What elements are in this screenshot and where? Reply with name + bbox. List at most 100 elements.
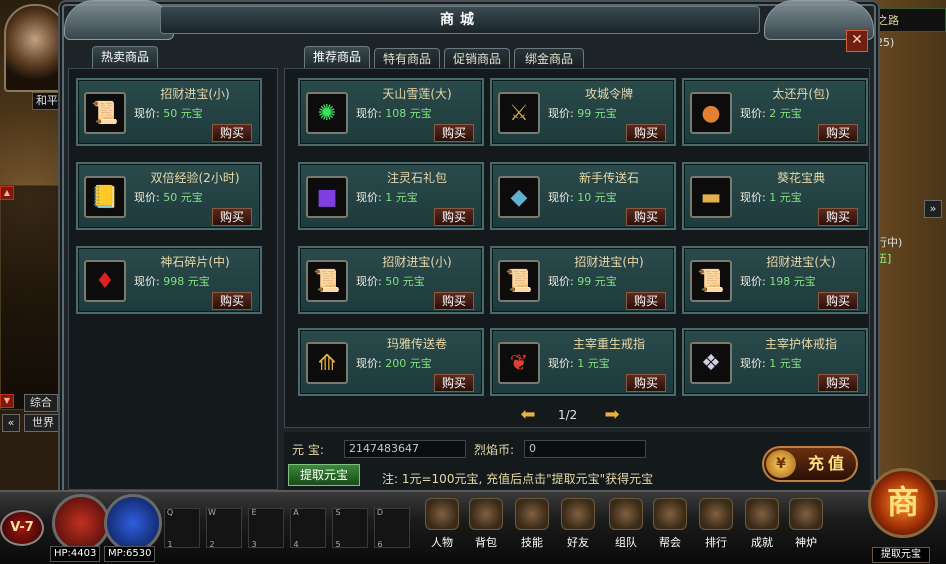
- skill-slot[interactable]: S5: [332, 508, 368, 549]
- buy-button[interactable]: 购买: [626, 374, 666, 392]
- buy-button[interactable]: 购买: [626, 292, 666, 310]
- tab-recommended[interactable]: 推荐商品: [304, 46, 370, 68]
- scroll-icon[interactable]: 📜: [84, 92, 126, 134]
- scroll-icon[interactable]: 📜: [306, 260, 348, 302]
- item-glyph: 📜: [505, 268, 533, 294]
- menu-button[interactable]: 成就: [742, 496, 782, 552]
- manual-icon[interactable]: ▬: [690, 176, 732, 218]
- menu-button[interactable]: 排行: [696, 496, 736, 552]
- item-glyph: ⚔: [509, 100, 529, 126]
- skill-slot[interactable]: D6: [374, 508, 410, 549]
- item-glyph: 📜: [91, 100, 119, 126]
- token-icon[interactable]: ⚔: [498, 92, 540, 134]
- price-prefix: 现价:: [356, 191, 382, 204]
- tab-hot-items[interactable]: 热卖商品: [92, 46, 158, 68]
- price-prefix: 现价:: [548, 191, 574, 204]
- side-expand-icon[interactable]: »: [924, 200, 942, 218]
- buy-button[interactable]: 购买: [818, 374, 858, 392]
- skill-slot[interactable]: A4: [290, 508, 326, 549]
- skill-slot-bar: Q1W2E3A4S5D6: [160, 498, 418, 558]
- shop-item-card: ● 太还丹(包) 现价: 2 元宝 购买: [682, 78, 868, 146]
- buy-button[interactable]: 购买: [434, 374, 474, 392]
- page-indicator: 1/2: [558, 408, 578, 422]
- skill-slot[interactable]: W2: [206, 508, 242, 549]
- scroll-icon[interactable]: 📜: [690, 260, 732, 302]
- item-price: 现价: 1 元宝: [356, 189, 418, 205]
- menu-button[interactable]: 好友: [558, 496, 598, 552]
- skill-slot[interactable]: Q1: [164, 508, 200, 549]
- item-glyph: 📒: [91, 184, 119, 210]
- menu-button[interactable]: 组队: [606, 496, 646, 552]
- menu-button[interactable]: 技能: [512, 496, 552, 552]
- price-prefix: 现价:: [740, 107, 766, 120]
- pill-bag-icon[interactable]: ●: [690, 92, 732, 134]
- slot-hotkey: S: [335, 508, 341, 517]
- item-glyph: ◆: [510, 184, 528, 210]
- book-icon[interactable]: 📒: [84, 176, 126, 218]
- menu-icon: [745, 498, 779, 530]
- item-glyph: 📜: [697, 268, 725, 294]
- shop-item-card: ■ 注灵石礼包 现价: 1 元宝 购买: [298, 162, 484, 230]
- buy-button[interactable]: 购买: [818, 292, 858, 310]
- yuanbao-label: 元 宝:: [292, 443, 324, 457]
- price-value: 998: [163, 275, 185, 288]
- chat-collapse-icon[interactable]: «: [2, 414, 20, 432]
- slot-hotkey: A: [293, 508, 299, 517]
- guard-ring-icon[interactable]: ❖: [690, 342, 732, 384]
- shop-button[interactable]: 商: [868, 468, 938, 538]
- butterfly-ring-icon[interactable]: ❦: [498, 342, 540, 384]
- chat-scroll-down-icon[interactable]: ▼: [0, 394, 14, 408]
- buy-button[interactable]: 购买: [434, 292, 474, 310]
- menu-button[interactable]: 帮会: [650, 496, 690, 552]
- menu-label: 神炉: [795, 536, 817, 549]
- hot-item-card: ♦ 神石碎片(中) 现价: 998 元宝 购买: [76, 246, 262, 314]
- buy-button[interactable]: 购买: [626, 124, 666, 142]
- red-gem-icon[interactable]: ♦: [84, 260, 126, 302]
- buy-button[interactable]: 购买: [434, 208, 474, 226]
- buy-button[interactable]: 购买: [626, 208, 666, 226]
- side-team-text[interactable]: 伍]: [876, 250, 891, 266]
- chat-scroll-up-icon[interactable]: ▲: [0, 186, 14, 200]
- teleport-scroll-icon[interactable]: ⟰: [306, 342, 348, 384]
- scroll-icon[interactable]: 📜: [498, 260, 540, 302]
- withdraw-yuanbao-button[interactable]: 提取元宝: [288, 464, 360, 486]
- player-portrait[interactable]: [4, 4, 66, 92]
- buy-button[interactable]: 购买: [818, 208, 858, 226]
- buy-button[interactable]: 购买: [212, 124, 252, 142]
- menu-button[interactable]: 人物: [422, 496, 462, 552]
- shop-item-card: 📜 招财进宝(小) 现价: 50 元宝 购买: [298, 246, 484, 314]
- recharge-button[interactable]: ¥ 充值: [762, 446, 858, 482]
- buy-button[interactable]: 购买: [212, 208, 252, 226]
- menu-label: 技能: [521, 536, 543, 549]
- tab-special[interactable]: 特有商品: [374, 48, 440, 70]
- menu-icon: [425, 498, 459, 530]
- chat-tab-general[interactable]: 综合: [24, 394, 58, 412]
- prev-page-icon[interactable]: ⬅: [514, 406, 542, 424]
- menu-button[interactable]: 背包: [466, 496, 506, 552]
- slot-hotkey: D: [376, 508, 384, 517]
- gift-box-icon[interactable]: ■: [306, 176, 348, 218]
- menu-icon: [653, 498, 687, 530]
- skill-slot[interactable]: E3: [248, 508, 284, 549]
- item-name: 新手传送石: [578, 171, 639, 185]
- buy-button[interactable]: 购买: [212, 292, 252, 310]
- chat-channel-select[interactable]: 世界: [24, 414, 62, 432]
- buy-button[interactable]: 购买: [818, 124, 858, 142]
- buy-button[interactable]: 购买: [434, 124, 474, 142]
- shop-item-card: ⟰ 玛雅传送卷 现价: 200 元宝 购买: [298, 328, 484, 396]
- item-price: 现价: 50 元宝: [356, 273, 425, 289]
- next-page-icon[interactable]: ➡: [598, 406, 626, 424]
- hp-readout: HP:4403: [50, 546, 101, 562]
- menu-icon: [699, 498, 733, 530]
- menu-button[interactable]: 神炉: [786, 496, 826, 552]
- teleport-stone-icon[interactable]: ◆: [498, 176, 540, 218]
- tab-promotion[interactable]: 促销商品: [444, 48, 510, 70]
- close-icon[interactable]: ✕: [846, 30, 868, 52]
- price-prefix: 现价:: [134, 275, 160, 288]
- price-prefix: 现价:: [356, 357, 382, 370]
- tab-bound-gold[interactable]: 绑金商品: [514, 48, 584, 70]
- lotus-icon[interactable]: ✺: [306, 92, 348, 134]
- price-prefix: 现价:: [134, 107, 160, 120]
- price-value: 1: [577, 357, 585, 370]
- price-prefix: 现价:: [740, 191, 766, 204]
